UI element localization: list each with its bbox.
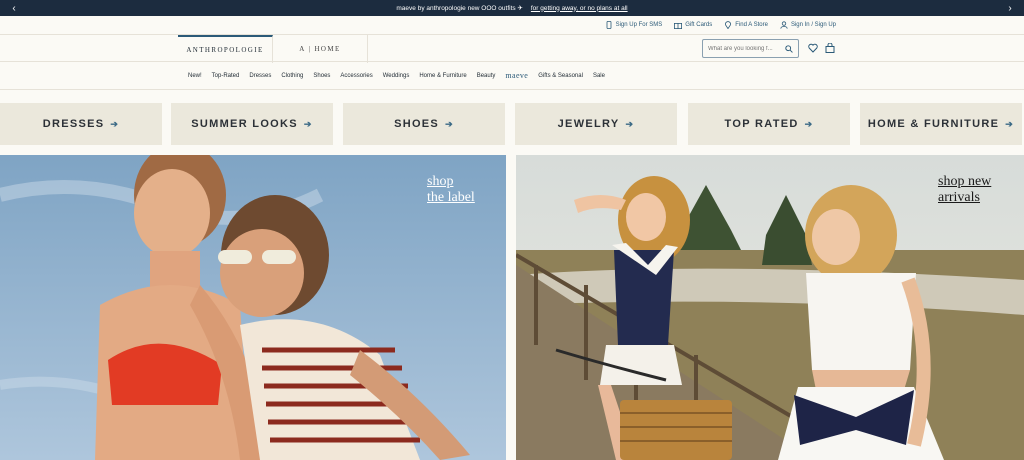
- promo-link[interactable]: for getting away, or no plans at all: [531, 5, 628, 12]
- arrow-right-icon: ➔: [110, 118, 120, 129]
- category-tile-summer-looks[interactable]: SUMMER LOOKS ➔: [171, 103, 333, 145]
- find-store-link[interactable]: Find A Store: [724, 21, 768, 29]
- nav-item-maeve[interactable]: maeve: [505, 71, 528, 80]
- sms-signup-label: Sign Up For SMS: [615, 22, 663, 28]
- arrow-right-icon: ➔: [445, 118, 454, 129]
- gift-icon: [674, 23, 683, 29]
- sign-in-link[interactable]: Sign In / Sign Up: [780, 21, 836, 29]
- heart-icon[interactable]: [808, 43, 818, 53]
- category-label: JEWELRY: [557, 118, 620, 130]
- nav-item-sale[interactable]: Sale: [593, 73, 605, 79]
- nav-item-beauty[interactable]: Beauty: [477, 73, 496, 79]
- nav-item-new[interactable]: New!: [188, 73, 202, 79]
- chevron-left-icon[interactable]: ‹: [6, 0, 22, 16]
- category-label: SUMMER LOOKS: [191, 118, 298, 130]
- sign-in-label: Sign In / Sign Up: [790, 22, 836, 28]
- category-tile-jewelry[interactable]: JEWELRY ➔: [515, 103, 677, 145]
- shop-new-arrivals-link[interactable]: shop new arrivals: [938, 174, 991, 206]
- category-tile-dresses[interactable]: DRESSES ➔: [0, 103, 162, 145]
- location-pin-icon: [725, 21, 732, 29]
- cta-line: arrivals: [938, 190, 980, 205]
- shopping-bag-icon[interactable]: [825, 43, 835, 53]
- nav-item-gifts-seasonal[interactable]: Gifts & Seasonal: [538, 73, 583, 79]
- category-tile-home-furniture[interactable]: HOME & FURNITURE ➔: [860, 103, 1022, 145]
- brand-tab-anthropologie[interactable]: ANTHROPOLOGIE: [178, 35, 273, 63]
- nav-item-weddings[interactable]: Weddings: [383, 73, 410, 79]
- user-icon: [780, 21, 788, 29]
- brand-tabs: ANTHROPOLOGIE A | HOME: [178, 35, 368, 63]
- nav-item-clothing[interactable]: Clothing: [281, 73, 303, 79]
- arrow-right-icon: ➔: [625, 118, 635, 129]
- shop-label-link[interactable]: shop the label: [427, 174, 475, 206]
- category-tile-top-rated[interactable]: TOP RATED ➔: [688, 103, 850, 145]
- cta-line: shop new: [938, 174, 992, 189]
- sms-signup-link[interactable]: Sign Up For SMS: [605, 21, 663, 29]
- promo-text: maeve by anthropologie new OOO outfits ✈: [396, 5, 523, 12]
- search-input[interactable]: [708, 45, 780, 52]
- brand-tab-home[interactable]: A | HOME: [273, 35, 368, 63]
- nav-item-accessories[interactable]: Accessories: [340, 73, 372, 79]
- category-label: DRESSES: [42, 118, 105, 130]
- category-label: SHOES: [394, 118, 440, 130]
- nav-item-shoes[interactable]: Shoes: [313, 73, 330, 79]
- utility-bar: Sign Up For SMS Gift Cards Find A Store …: [0, 16, 1024, 34]
- nav-item-home-furniture[interactable]: Home & Furniture: [419, 73, 466, 79]
- arrow-right-icon: ➔: [804, 118, 814, 129]
- hero-banner-left[interactable]: shop the label: [0, 155, 506, 460]
- gift-cards-link[interactable]: Gift Cards: [674, 21, 712, 29]
- chevron-right-icon[interactable]: ›: [1002, 0, 1018, 16]
- category-tiles: DRESSES ➔ SUMMER LOOKS ➔ SHOES ➔ JEWELRY ➔ T…: [0, 103, 1024, 145]
- nav-item-top-rated[interactable]: Top-Rated: [212, 73, 240, 79]
- arrow-right-icon: ➔: [303, 118, 313, 129]
- find-store-label: Find A Store: [735, 22, 768, 28]
- arrow-right-icon: ➔: [1005, 118, 1015, 129]
- phone-icon: [606, 21, 611, 29]
- search-box[interactable]: [702, 39, 799, 58]
- main-nav: New! Top-Rated Dresses Clothing Shoes Ac…: [0, 62, 1024, 90]
- category-label: TOP RATED: [724, 118, 799, 130]
- brand-bar: ANTHROPOLOGIE A | HOME: [0, 34, 1024, 63]
- nav-item-dresses[interactable]: Dresses: [249, 73, 271, 79]
- cta-line: shop: [427, 174, 454, 189]
- cta-line: the label: [427, 190, 475, 205]
- category-tile-shoes[interactable]: SHOES ➔: [343, 103, 505, 145]
- hero-banner-right[interactable]: shop new arrivals: [516, 155, 1024, 460]
- gift-cards-label: Gift Cards: [685, 22, 713, 28]
- promo-banner: ‹ maeve by anthropologie new OOO outfits…: [0, 0, 1024, 16]
- category-label: HOME & FURNITURE: [867, 118, 1000, 130]
- search-icon[interactable]: [785, 44, 793, 53]
